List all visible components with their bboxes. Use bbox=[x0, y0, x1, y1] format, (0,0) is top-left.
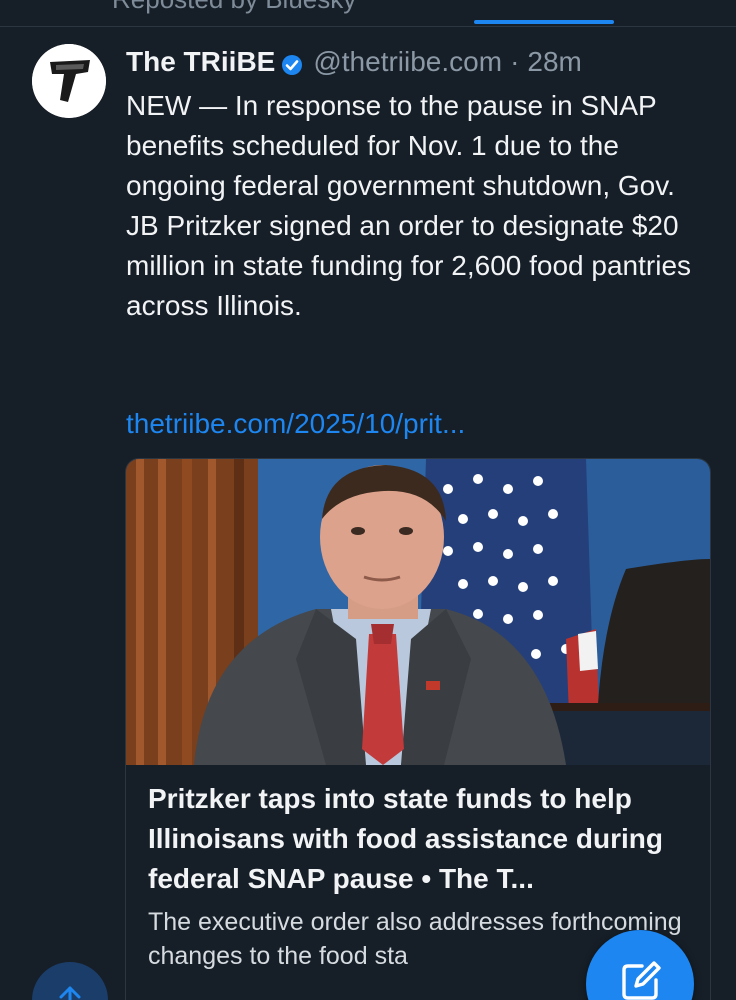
header-separator: · bbox=[510, 46, 520, 77]
scroll-to-top-button[interactable] bbox=[32, 962, 108, 1000]
feed-view: Reposted by Bluesky The TRiiBE @thetriib… bbox=[0, 0, 736, 1000]
post-link[interactable]: thetriibe.com/2025/10/prit... bbox=[126, 404, 465, 444]
author-name[interactable]: The TRiiBE bbox=[126, 46, 275, 78]
active-tab-indicator bbox=[474, 20, 614, 24]
post-timestamp[interactable]: 28m bbox=[527, 46, 581, 78]
link-preview-card[interactable]: Pritzker taps into state funds to help I… bbox=[125, 458, 711, 1000]
verified-badge-icon bbox=[281, 51, 303, 75]
feed-top-header: Reposted by Bluesky bbox=[0, 0, 736, 27]
post-body: NEW — In response to the pause in SNAP b… bbox=[126, 86, 706, 326]
compose-pencil-icon bbox=[622, 961, 661, 1000]
post-text: NEW — In response to the pause in SNAP b… bbox=[126, 90, 692, 321]
arrow-up-icon bbox=[59, 986, 81, 1000]
author-handle[interactable]: @thetriibe.com bbox=[313, 46, 502, 78]
repost-indicator: Reposted by Bluesky bbox=[112, 0, 356, 15]
card-title[interactable]: Pritzker taps into state funds to help I… bbox=[148, 779, 693, 899]
post-header: The TRiiBE @thetriibe.com · 28m bbox=[126, 42, 582, 82]
thetriibe-logo-icon bbox=[32, 44, 106, 118]
card-image bbox=[126, 459, 710, 765]
avatar[interactable] bbox=[32, 44, 106, 118]
